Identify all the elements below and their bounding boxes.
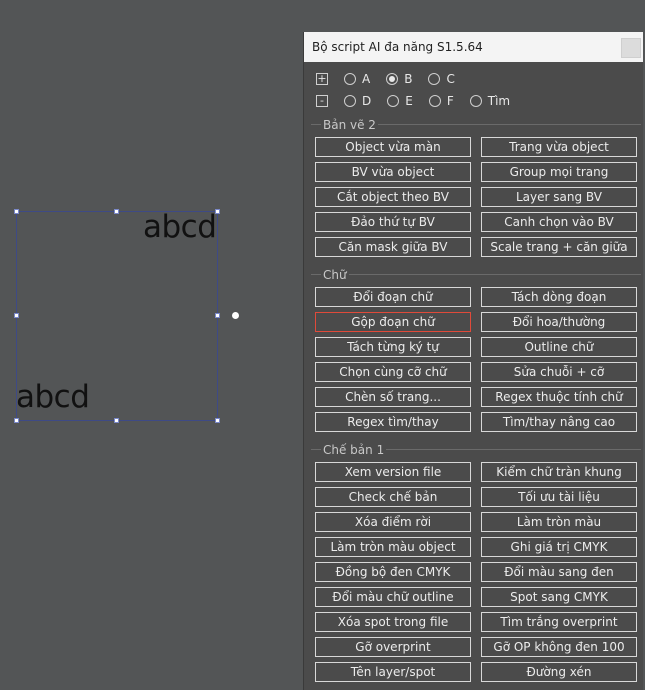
script-button[interactable]: Scale trang + căn giữa [481,237,637,257]
script-button[interactable]: Đảo thứ tự BV [315,212,471,232]
radio-circle-icon [469,95,482,107]
panel-title: Bộ script AI đa năng S1.5.64 [312,40,483,54]
script-button[interactable]: Gộp đoạn chữ [315,312,471,332]
radio-label: E [405,94,413,108]
script-button[interactable]: Canh chọn vào BV [481,212,637,232]
script-button[interactable]: Chèn số trang... [315,387,471,407]
radio-label: F [446,94,454,108]
radio-label: C [446,72,455,86]
script-button[interactable]: Đổi màu chữ outline [315,587,471,607]
resize-handle-top-left[interactable] [14,209,19,214]
panel-titlebar[interactable]: Bộ script AI đa năng S1.5.64 [304,32,643,62]
script-button[interactable]: Regex thuộc tính chữ [481,387,637,407]
radio-circle-icon [428,73,441,85]
radio-option-c[interactable]: C [428,72,455,86]
radio-option-tìm[interactable]: Tìm [469,94,511,108]
script-button[interactable]: Tách dòng đoạn [481,287,637,307]
radio-label: A [362,72,371,86]
resize-handle-bottom-left[interactable] [14,418,19,423]
script-button[interactable]: Làm tròn màu [481,512,637,532]
radio-label: Tìm [487,94,511,108]
script-button[interactable]: Đổi đoạn chữ [315,287,471,307]
radio-circle-icon [387,95,400,107]
script-button[interactable]: Sửa chuỗi + cỡ [481,362,637,382]
section-chu-label: Chữ [321,268,349,282]
canvas-text-top[interactable]: abcd [143,212,217,243]
radio-option-e[interactable]: E [387,94,413,108]
script-button[interactable]: Đường xén [481,662,637,682]
script-button[interactable]: Ghi giá trị CMYK [481,537,637,557]
resize-handle-middle-right[interactable] [215,313,220,318]
resize-handle-top-center[interactable] [114,209,119,214]
radio-option-d[interactable]: D [344,94,371,108]
script-button[interactable]: Object vừa màn [315,137,471,157]
resize-handle-bottom-center[interactable] [114,418,119,423]
script-button[interactable]: Check chế bản [315,487,471,507]
script-button[interactable]: Tên layer/spot [315,662,471,682]
script-button[interactable]: Đổi màu sang đen [481,562,637,582]
expand-icon[interactable]: + [316,73,328,85]
script-button[interactable]: Layer sang BV [481,187,637,207]
script-button[interactable]: Outline chữ [481,337,637,357]
script-button[interactable]: Đồng bộ đen CMYK [315,562,471,582]
script-button[interactable]: Xóa điểm rời [315,512,471,532]
script-button[interactable]: Tìm trắng overprint [481,612,637,632]
radio-circle-icon [428,95,441,107]
section-ban-ve-2-label: Bản vẽ 2 [321,118,378,132]
script-button[interactable]: Tối ưu tài liệu [481,487,637,507]
artboard-canvas[interactable]: abcd abcd [0,0,300,690]
script-button[interactable]: Đổi hoa/thường [481,312,637,332]
script-button[interactable]: Xóa spot trong file [315,612,471,632]
radio-circle-icon [344,73,356,85]
radio-option-a[interactable]: A [344,72,370,86]
options-row-2: - D E F Tìm [316,93,526,109]
script-button[interactable]: Regex tìm/thay [315,412,471,432]
close-button[interactable] [621,38,641,58]
rotation-center-point[interactable] [232,312,239,319]
collapse-icon[interactable]: - [316,95,328,107]
radio-circle-icon [344,95,356,107]
resize-handle-middle-left[interactable] [14,313,19,318]
radio-option-b[interactable]: B [386,72,412,86]
script-button[interactable]: Spot sang CMYK [481,587,637,607]
section-che-ban-1-label: Chế bản 1 [321,443,387,457]
script-button[interactable]: Làm tròn màu object [315,537,471,557]
script-button[interactable]: Gỡ OP không đen 100 [481,637,637,657]
script-button[interactable]: Xem version file [315,462,471,482]
section-chu-divider [311,274,641,275]
script-button[interactable]: Cắt object theo BV [315,187,471,207]
radio-option-f[interactable]: F [428,94,454,108]
script-button[interactable]: Chọn cùng cỡ chữ [315,362,471,382]
script-button[interactable]: Trang vừa object [481,137,637,157]
resize-handle-bottom-right[interactable] [215,418,220,423]
script-button[interactable]: Căn mask giữa BV [315,237,471,257]
script-button[interactable]: Kiểm chữ tràn khung [481,462,637,482]
script-button[interactable]: Tìm/thay nâng cao [481,412,637,432]
radio-label: D [362,94,372,108]
script-panel: Bộ script AI đa năng S1.5.64 + A B C - D E F… [303,32,643,690]
script-button[interactable]: Tách từng ký tự [315,337,471,357]
canvas-text-bottom[interactable]: abcd [16,382,90,413]
radio-label: B [404,72,413,86]
radio-circle-icon [386,73,399,85]
script-button[interactable]: Group mọi trang [481,162,637,182]
script-button[interactable]: Gỡ overprint [315,637,471,657]
script-button[interactable]: BV vừa object [315,162,471,182]
options-row-1: + A B C [316,71,471,87]
